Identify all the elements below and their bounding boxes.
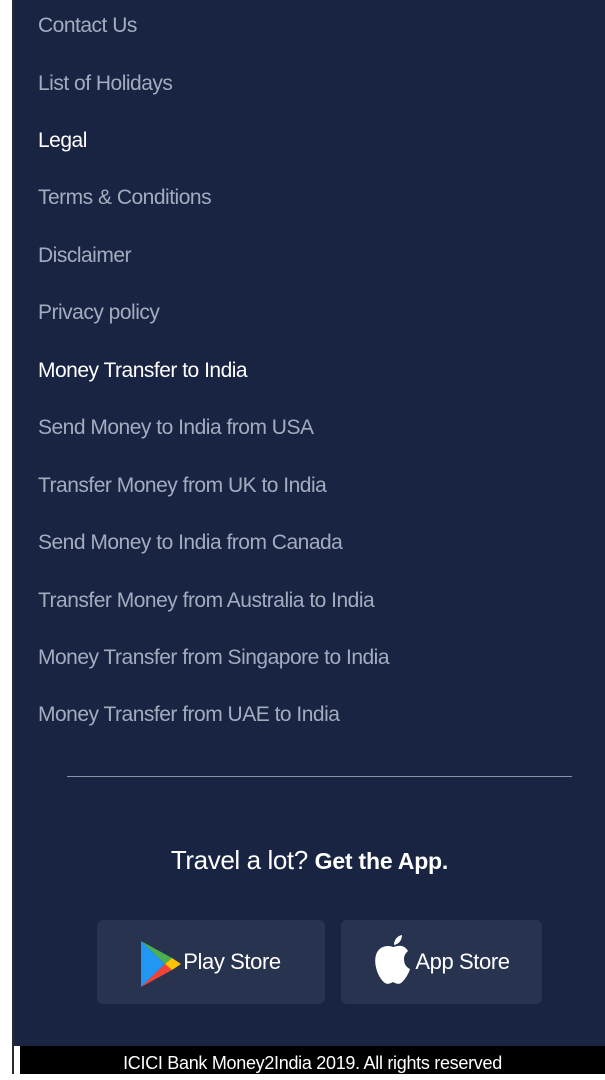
footer-link-uk[interactable]: Transfer Money from UK to India	[38, 471, 327, 501]
tagline-normal-text: Travel a lot?	[170, 845, 308, 875]
app-store-button[interactable]: App Store	[341, 920, 542, 1004]
footer-link-list-of-holidays[interactable]: List of Holidays	[38, 69, 173, 99]
tagline-bold-text: Get the App.	[314, 848, 449, 874]
play-store-label: Play Store	[183, 949, 281, 974]
google-play-icon	[141, 941, 182, 987]
apple-icon	[373, 935, 413, 985]
footer-divider	[67, 776, 572, 777]
footer-link-contact-us[interactable]: Contact Us	[38, 11, 137, 41]
footer-link-disclaimer[interactable]: Disclaimer	[38, 241, 132, 271]
footer-link-terms-conditions[interactable]: Terms & Conditions	[38, 183, 212, 213]
footer-link-canada[interactable]: Send Money to India from Canada	[38, 528, 343, 558]
footer-link-singapore[interactable]: Money Transfer from Singapore to India	[38, 643, 390, 673]
footer-link-uae[interactable]: Money Transfer from UAE to India	[38, 700, 340, 730]
footer-heading-money-transfer: Money Transfer to India	[38, 359, 248, 382]
copyright-bar: ICICI Bank Money2India 2019. All rights …	[20, 1046, 605, 1074]
footer-link-usa[interactable]: Send Money to India from USA	[38, 413, 314, 443]
footer-link-australia[interactable]: Transfer Money from Australia to India	[38, 586, 375, 616]
footer-link-privacy-policy[interactable]: Privacy policy	[38, 298, 160, 328]
app-promo-tagline: Travel a lot? Get the App.	[14, 840, 605, 881]
app-store-label: App Store	[415, 949, 510, 974]
site-footer: Contact Us List of Holidays Legal Terms …	[14, 0, 605, 1046]
page: Contact Us List of Holidays Legal Terms …	[0, 0, 605, 1074]
footer-heading-legal: Legal	[38, 129, 87, 152]
play-store-button[interactable]: Play Store	[97, 920, 325, 1004]
